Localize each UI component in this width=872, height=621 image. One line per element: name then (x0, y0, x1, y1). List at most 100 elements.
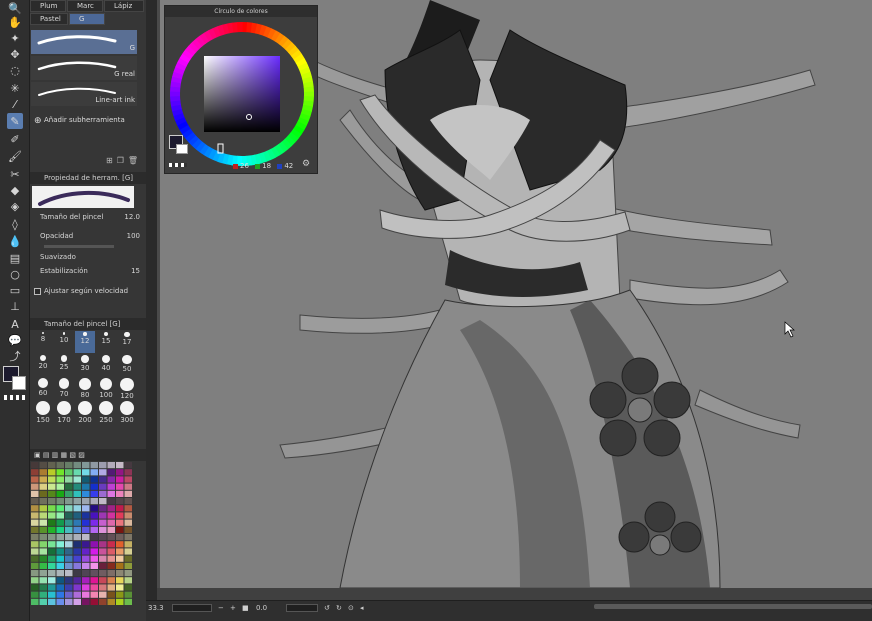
sub-color-swatch[interactable] (12, 376, 26, 390)
brush-size-option[interactable]: 50 (117, 354, 137, 376)
ruler-icon[interactable]: ⊥ (7, 298, 23, 314)
settings-icon[interactable]: ⚙ (302, 159, 310, 169)
palette-swatch (48, 577, 56, 584)
zoom-in-icon[interactable]: + (230, 604, 236, 612)
palette-swatch (107, 541, 115, 548)
blend-icon[interactable]: ◈ (7, 198, 23, 214)
palette-swatch (65, 555, 73, 562)
color-wheel-panel[interactable]: Círculo de colores 26 18 42 ⚙ (164, 5, 318, 174)
brush-size-option[interactable]: 150 (33, 400, 53, 424)
brush-size-option[interactable]: 15 (96, 331, 116, 353)
subtab-marcador[interactable]: Marc (67, 0, 103, 12)
brush-size-option[interactable]: 20 (33, 354, 53, 376)
flip-icon[interactable]: ◂ (360, 604, 364, 612)
palette-tab-icons[interactable]: ▣ ▤ ▥ ▦ ▧ ▨ (34, 451, 85, 459)
brush-size-option[interactable]: 300 (117, 400, 137, 424)
eyedropper-icon[interactable]: ⁄ (7, 96, 23, 112)
palette-swatch (107, 562, 115, 569)
paint-brush-icon[interactable]: 🖌 (7, 148, 23, 164)
stabilization-row[interactable]: Estabilización 15 (40, 267, 140, 275)
brush-size-option[interactable]: 200 (75, 400, 95, 424)
palette-swatch (39, 469, 47, 476)
brush-size-option[interactable]: 70 (54, 377, 74, 399)
brush-size-option[interactable]: 30 (75, 354, 95, 376)
speed-adjust-checkbox[interactable]: Ajustar según velocidad (34, 287, 134, 295)
color-palette[interactable] (31, 462, 135, 612)
frame-icon[interactable]: ▭ (7, 282, 23, 298)
brush-size-option[interactable]: 170 (54, 400, 74, 424)
palette-swatch (107, 555, 115, 562)
add-icon[interactable]: ⊞ (106, 156, 113, 165)
color-wheel[interactable] (166, 18, 318, 170)
brush-icon[interactable]: ✐ (7, 131, 23, 147)
subtab-g[interactable]: G (69, 13, 105, 25)
transparent-color-icon[interactable] (4, 395, 26, 400)
brush-size-option[interactable]: 10 (54, 331, 74, 353)
auto-select-icon[interactable]: ✳ (7, 80, 23, 96)
hand-icon[interactable]: ✋ (7, 14, 23, 30)
brush-size-option[interactable]: 40 (96, 354, 116, 376)
opacity-row[interactable]: Opacidad 100 (40, 232, 140, 240)
rotation-slider[interactable] (286, 604, 318, 612)
add-subtool-button[interactable]: ⊕ Añadir subherramienta (34, 116, 125, 126)
brush-item-line-art-ink[interactable]: Line-art ink (31, 82, 137, 106)
trash-icon[interactable]: 🗑 (128, 156, 138, 165)
brush-size-option[interactable]: 17 (117, 331, 137, 353)
horizontal-scrollbar[interactable] (594, 604, 872, 609)
smoothing-row[interactable]: Suavizado (40, 253, 140, 261)
palette-swatch (31, 541, 39, 548)
text-icon[interactable]: A (7, 316, 23, 332)
water-icon[interactable]: 💧 (7, 233, 23, 249)
correct-line-icon[interactable]: ⤴ (7, 348, 23, 364)
sub-color-swatch[interactable] (176, 144, 188, 154)
brush-size-option[interactable]: 120 (117, 377, 137, 400)
rotation-value[interactable]: 0.0 (256, 604, 267, 612)
move-icon[interactable]: ✥ (7, 46, 23, 62)
brush-size-option[interactable]: 80 (75, 377, 95, 399)
palette-swatch (56, 562, 64, 569)
lasso-icon[interactable]: ◌ (7, 62, 23, 78)
brush-item-g-real[interactable]: G real (31, 56, 137, 80)
rotate-right-icon[interactable]: ↻ (336, 604, 342, 612)
subtab-pluma[interactable]: Plum (30, 0, 66, 12)
palette-swatch (124, 562, 132, 569)
palette-swatch (48, 562, 56, 569)
brush-item-g[interactable]: G (31, 30, 137, 54)
fill-icon[interactable]: ◊ (7, 216, 23, 232)
brush-size-option[interactable]: 100 (96, 377, 116, 399)
palette-swatch (82, 476, 90, 483)
gradient-icon[interactable]: ▤ (7, 250, 23, 266)
transparent-color-icon[interactable] (169, 163, 187, 167)
brush-size-option[interactable]: 60 (33, 377, 53, 399)
palette-swatch (107, 570, 115, 577)
palette-swatch (107, 577, 115, 584)
palette-swatch (107, 519, 115, 526)
panel-scrollbar[interactable] (146, 0, 157, 621)
palette-swatch (124, 498, 132, 505)
eraser-icon[interactable]: ◆ (7, 182, 23, 198)
rotate-left-icon[interactable]: ↺ (324, 604, 330, 612)
zoom-value[interactable]: 33.3 (148, 604, 164, 612)
balloon-icon[interactable]: 💬 (7, 332, 23, 348)
pen-icon[interactable]: ✎ (7, 113, 23, 129)
opacity-slider[interactable] (44, 245, 114, 248)
zoom-out-icon[interactable]: − (218, 604, 224, 612)
brush-stroke-preview (37, 61, 117, 71)
fit-icon[interactable]: ■ (242, 604, 249, 612)
brush-size-option[interactable]: 250 (96, 400, 116, 424)
brush-size-option[interactable]: 8 (33, 331, 53, 353)
palette-swatch (99, 462, 107, 469)
subtab-pastel[interactable]: Pastel (30, 13, 68, 25)
palette-swatch (39, 541, 47, 548)
brush-size-row[interactable]: Tamaño del pincel 12.0 (40, 213, 140, 221)
copy-icon[interactable]: ❐ (117, 156, 124, 165)
palette-swatch (39, 498, 47, 505)
shape-icon[interactable]: ○ (7, 266, 23, 282)
brush-size-option[interactable]: 12 (75, 331, 95, 353)
reset-rotation-icon[interactable]: ⊙ (348, 604, 354, 612)
magic-wand-icon[interactable]: ✦ (7, 30, 23, 46)
subtab-lapiz[interactable]: Lápiz (104, 0, 144, 12)
brush-size-option[interactable]: 25 (54, 354, 74, 376)
zoom-slider[interactable] (172, 604, 212, 612)
decoration-icon[interactable]: ✂ (7, 166, 23, 182)
